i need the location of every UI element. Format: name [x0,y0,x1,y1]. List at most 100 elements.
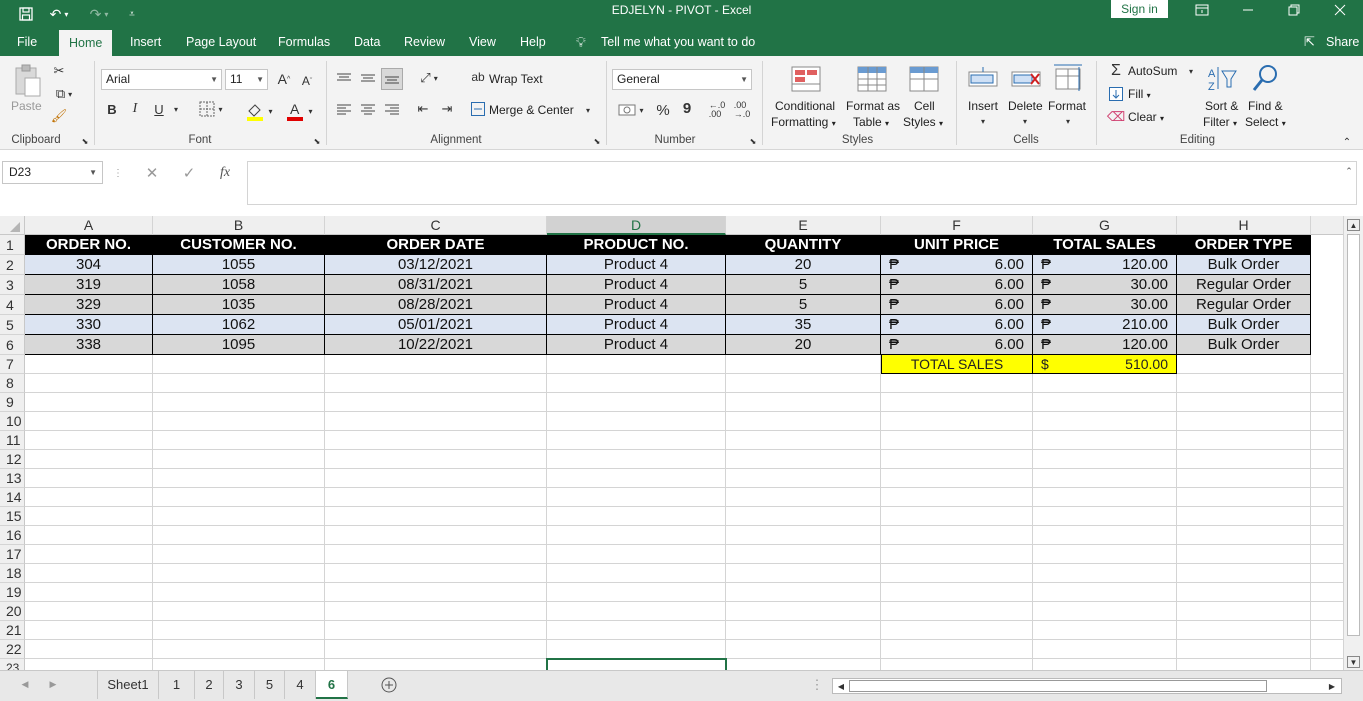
cell-product-no[interactable]: Product 4 [547,295,726,315]
row-header-6[interactable]: 6 [0,335,25,355]
tab-split-handle-icon[interactable]: ⋮ [811,677,824,693]
percent-style-button[interactable]: % [653,100,673,120]
clear-button[interactable]: Clear ▾ [1128,110,1164,124]
align-center-icon[interactable] [358,99,378,119]
vertical-scrollbar[interactable]: ▲ ▼ [1343,216,1363,670]
name-box[interactable]: D23 ▼ [2,161,103,184]
row-header-8[interactable]: 8 [0,374,25,393]
sheet-tab-5[interactable]: 5 [255,671,285,699]
cell-order-date[interactable]: 05/01/2021 [325,315,547,335]
wrap-text-button[interactable]: Wrap Text [489,72,543,86]
row-header-4[interactable]: 4 [0,295,25,315]
cell-order-type[interactable]: Bulk Order [1177,335,1311,355]
share-icon[interactable]: ⇱ [1304,28,1315,56]
cut-icon[interactable]: ✂ [50,62,68,80]
cell-order-type[interactable]: Regular Order [1177,275,1311,295]
cell-order-date[interactable]: 10/22/2021 [325,335,547,355]
delete-button[interactable]: Delete [1008,99,1043,113]
cell-unit-price[interactable]: ₱ 6.00 [881,315,1033,335]
tab-data[interactable]: Data [354,28,380,56]
enter-entry-icon[interactable]: ✓ [180,164,198,182]
row-header-14[interactable]: 14 [0,488,25,507]
row-header-5[interactable]: 5 [0,315,25,335]
tab-formulas[interactable]: Formulas [278,28,330,56]
format-as-table-label-1[interactable]: Format as [846,99,900,113]
grow-font-icon[interactable]: A ^ [275,70,293,88]
row-header-23[interactable]: 23 [0,659,25,670]
more-options-icon[interactable]: ⋮ [112,164,124,182]
sheet-tab-sheet1[interactable]: Sheet1 [97,671,159,699]
collapse-formula-bar-icon[interactable]: ⌃ [1343,165,1355,177]
cell-order-no[interactable]: 338 [25,335,153,355]
find-select-label-2[interactable]: Select ▾ [1245,115,1286,129]
header-order-no[interactable]: ORDER NO. [25,235,153,255]
autosum-dropdown-icon[interactable]: ▾ [1186,65,1196,77]
clear-eraser-icon[interactable]: ⌫ [1107,109,1125,125]
save-icon[interactable] [14,0,38,28]
row-header-18[interactable]: 18 [0,564,25,583]
row-header-10[interactable]: 10 [0,412,25,431]
underline-button[interactable]: U [150,100,168,118]
next-sheet-icon[interactable]: ▶ [46,677,60,691]
cell-quantity[interactable]: 20 [726,255,881,275]
cell-order-no[interactable]: 330 [25,315,153,335]
decrease-indent-icon[interactable]: ⇤ [413,99,433,119]
ribbon-display-options-icon[interactable] [1179,0,1225,20]
cell-product-no[interactable]: Product 4 [547,335,726,355]
cell-unit-price[interactable]: ₱ 6.00 [881,255,1033,275]
close-icon[interactable] [1317,0,1363,20]
row-header-9[interactable]: 9 [0,393,25,412]
cell-quantity[interactable]: 5 [726,295,881,315]
align-middle-icon[interactable] [358,68,378,88]
active-cell-d23[interactable] [546,658,727,670]
column-header-b[interactable]: B [153,216,325,235]
cell-quantity[interactable]: 20 [726,335,881,355]
delete-cells-icon[interactable] [1010,64,1042,94]
redo-icon[interactable]: ↷ ▾ [84,0,114,28]
format-cells-icon[interactable] [1052,62,1084,94]
fill-icon[interactable] [1108,86,1124,102]
cell-total-sales[interactable]: ₱ 30.00 [1033,275,1177,295]
font-color-icon[interactable]: A ▾ [282,100,316,122]
customize-quick-access-icon[interactable]: ⩡ [124,0,140,28]
insert-button[interactable]: Insert [968,99,998,113]
delete-dropdown-icon[interactable]: ▾ [1020,115,1030,127]
column-header-f[interactable]: F [881,216,1033,235]
sort-filter-label-2[interactable]: Filter ▾ [1203,115,1237,129]
cell-customer-no[interactable]: 1035 [153,295,325,315]
row-header-7[interactable]: 7 [0,355,25,374]
cell-unit-price[interactable]: ₱ 6.00 [881,275,1033,295]
row-header-19[interactable]: 19 [0,583,25,602]
cell-customer-no[interactable]: 1058 [153,275,325,295]
format-dropdown-icon[interactable]: ▾ [1063,115,1073,127]
cell-order-date[interactable]: 08/28/2021 [325,295,547,315]
lightbulb-icon[interactable]: 💡︎ [576,28,586,56]
row-header-22[interactable]: 22 [0,640,25,659]
sort-filter-label-1[interactable]: Sort & [1205,99,1238,113]
select-all-corner[interactable] [0,216,25,235]
column-header-e[interactable]: E [726,216,881,235]
insert-dropdown-icon[interactable]: ▾ [978,115,988,127]
column-header-c[interactable]: C [325,216,547,235]
row-header-13[interactable]: 13 [0,469,25,488]
orientation-icon[interactable]: ⤢ ▾ [414,68,444,88]
find-select-icon[interactable] [1250,62,1282,94]
cell-product-no[interactable]: Product 4 [547,275,726,295]
minimize-icon[interactable] [1225,0,1271,20]
bold-button[interactable]: B [103,100,121,118]
cell-total-sales[interactable]: ₱ 120.00 [1033,255,1177,275]
worksheet-grid[interactable]: A B C D E F G H 1 2 3 4 5 6 7 8 9 10 11 … [0,216,1343,670]
share-button[interactable]: Share [1326,28,1359,56]
sheet-tab-2[interactable]: 2 [195,671,224,699]
restore-icon[interactable] [1271,0,1317,20]
cell-order-date[interactable]: 03/12/2021 [325,255,547,275]
row-header-3[interactable]: 3 [0,275,25,295]
merge-dropdown-icon[interactable]: ▾ [583,103,593,117]
tab-file[interactable]: File [17,28,37,56]
insert-cells-icon[interactable] [967,64,999,94]
conditional-formatting-label-2[interactable]: Formatting ▾ [771,115,836,129]
cell-product-no[interactable]: Product 4 [547,315,726,335]
cell-order-type[interactable]: Bulk Order [1177,315,1311,335]
row-header-15[interactable]: 15 [0,507,25,526]
header-customer-no[interactable]: CUSTOMER NO. [153,235,325,255]
